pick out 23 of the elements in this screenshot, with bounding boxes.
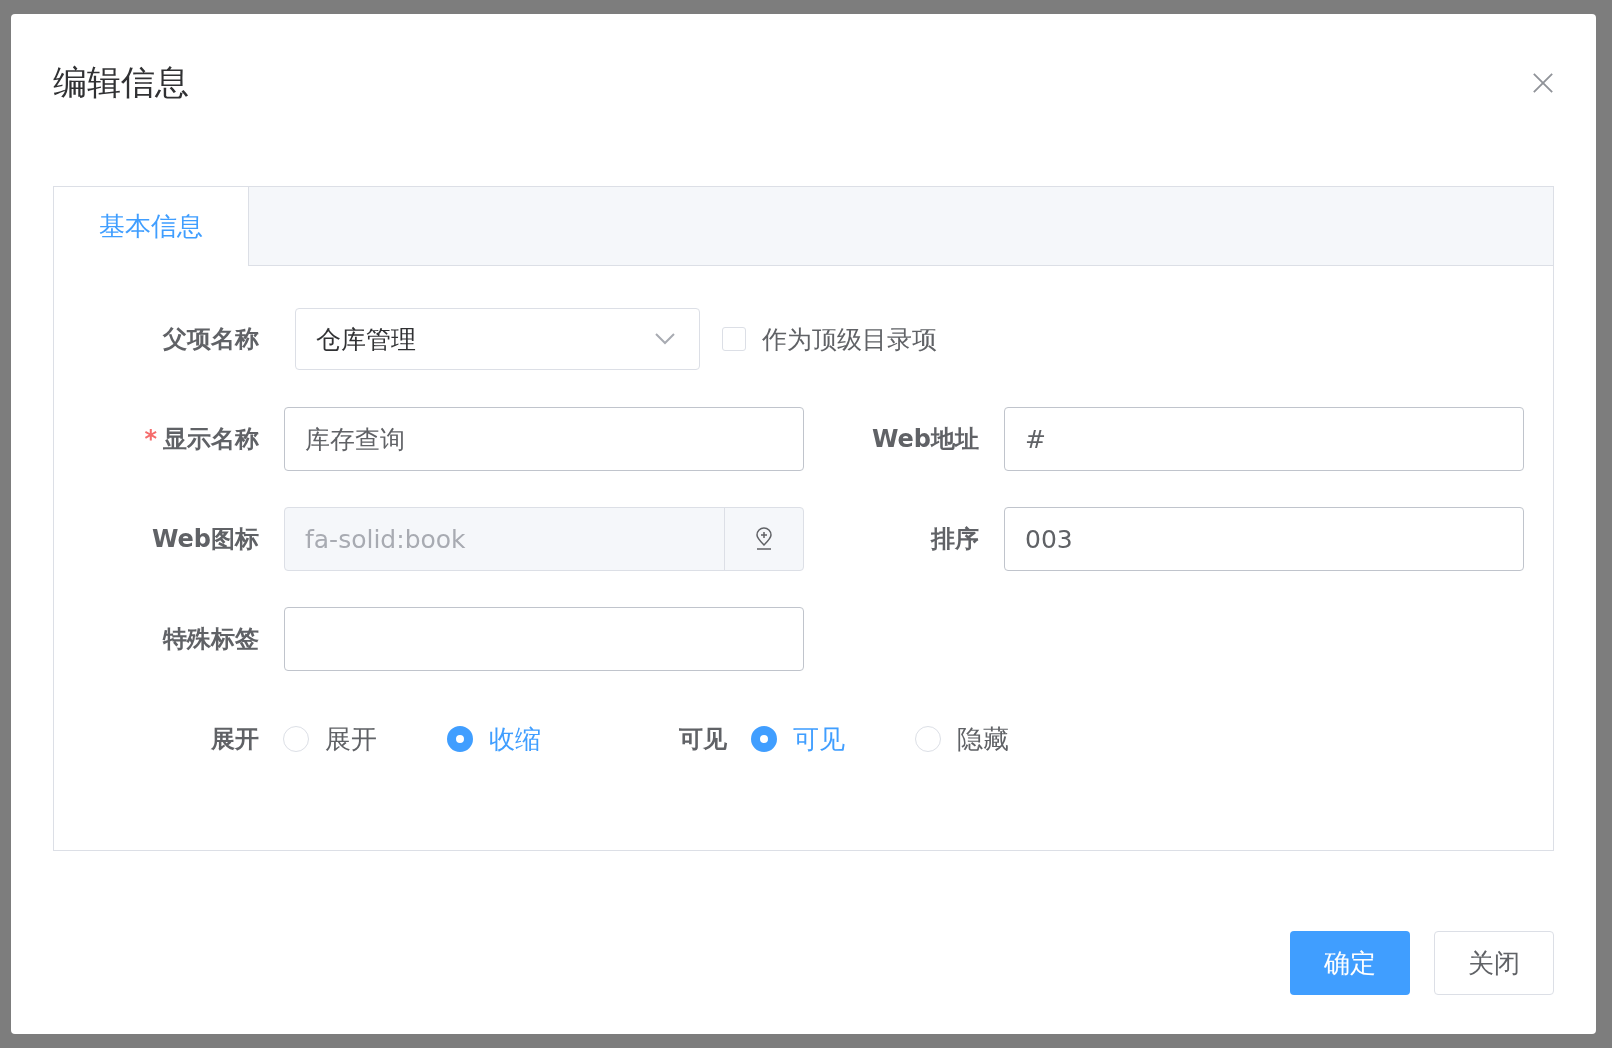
dialog-title: 编辑信息 xyxy=(53,61,189,104)
field-label: 排序 xyxy=(931,525,979,553)
parent-select[interactable]: 仓库管理 xyxy=(295,308,700,370)
field-label: 展开 xyxy=(211,725,259,753)
field-label: Web图标 xyxy=(151,525,259,553)
field-label: 显示名称 xyxy=(163,425,259,453)
input-field[interactable]: 库存查询 xyxy=(284,407,804,471)
field-label: 特殊标签 xyxy=(163,625,259,653)
input-field[interactable]: 003 xyxy=(1004,507,1524,571)
required-mark: * xyxy=(144,425,157,453)
checkbox-label: 作为顶级目录项 xyxy=(762,323,937,356)
field-label: Web地址 xyxy=(871,425,979,453)
field-label: 父项名称 xyxy=(163,325,259,353)
close-icon[interactable] xyxy=(1532,72,1554,94)
radio-option[interactable]: 展开 xyxy=(283,721,423,757)
radio-option[interactable]: 隐藏 xyxy=(915,721,1055,757)
checkbox[interactable] xyxy=(722,327,746,351)
field-label: 可见 xyxy=(679,725,727,753)
map-pin-plus-icon xyxy=(754,527,774,551)
chevron-down-icon xyxy=(655,333,675,345)
input-field[interactable] xyxy=(284,607,804,671)
input-field[interactable]: # xyxy=(1004,407,1524,471)
dialog-button[interactable]: 关闭 xyxy=(1434,931,1554,995)
